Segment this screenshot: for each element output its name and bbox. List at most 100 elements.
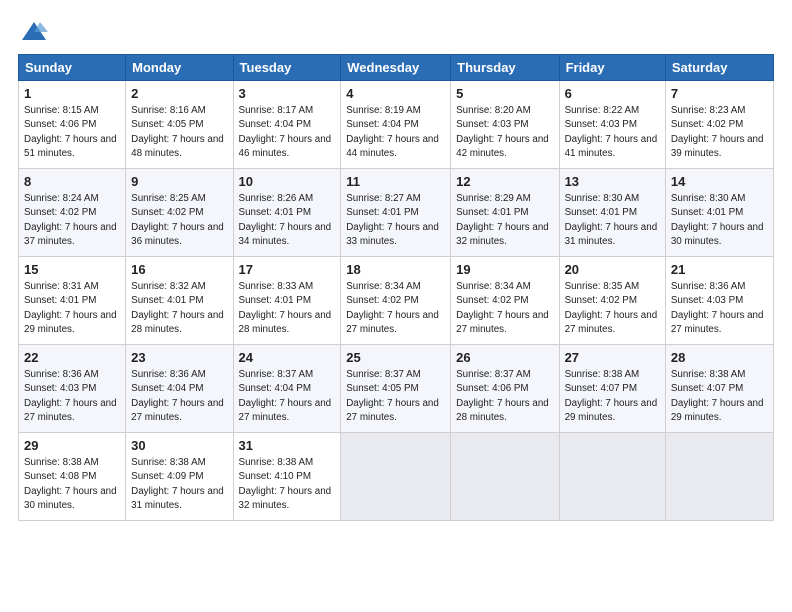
page: SundayMondayTuesdayWednesdayThursdayFrid… [0, 0, 792, 531]
day-info: Sunrise: 8:37 AMSunset: 4:06 PMDaylight:… [456, 368, 553, 425]
weekday-header: Tuesday [233, 55, 341, 81]
calendar-header-row: SundayMondayTuesdayWednesdayThursdayFrid… [19, 55, 774, 81]
day-info: Sunrise: 8:34 AMSunset: 4:02 PMDaylight:… [456, 280, 553, 337]
calendar-cell: 31Sunrise: 8:38 AMSunset: 4:10 PMDayligh… [233, 433, 341, 521]
day-info: Sunrise: 8:36 AMSunset: 4:03 PMDaylight:… [24, 368, 120, 425]
calendar-cell [665, 433, 773, 521]
day-info: Sunrise: 8:16 AMSunset: 4:05 PMDaylight:… [131, 104, 227, 161]
weekday-header: Sunday [19, 55, 126, 81]
day-number: 22 [24, 349, 120, 367]
day-number: 19 [456, 261, 553, 279]
calendar-cell: 15Sunrise: 8:31 AMSunset: 4:01 PMDayligh… [19, 257, 126, 345]
calendar-cell: 5Sunrise: 8:20 AMSunset: 4:03 PMDaylight… [451, 81, 559, 169]
day-info: Sunrise: 8:20 AMSunset: 4:03 PMDaylight:… [456, 104, 553, 161]
calendar-week-row: 8Sunrise: 8:24 AMSunset: 4:02 PMDaylight… [19, 169, 774, 257]
day-number: 3 [239, 85, 336, 103]
calendar-cell: 23Sunrise: 8:36 AMSunset: 4:04 PMDayligh… [126, 345, 233, 433]
calendar-cell: 12Sunrise: 8:29 AMSunset: 4:01 PMDayligh… [451, 169, 559, 257]
calendar-cell: 11Sunrise: 8:27 AMSunset: 4:01 PMDayligh… [341, 169, 451, 257]
calendar-cell: 6Sunrise: 8:22 AMSunset: 4:03 PMDaylight… [559, 81, 665, 169]
day-number: 30 [131, 437, 227, 455]
day-number: 24 [239, 349, 336, 367]
day-info: Sunrise: 8:37 AMSunset: 4:04 PMDaylight:… [239, 368, 336, 425]
header [18, 18, 774, 42]
calendar-cell: 9Sunrise: 8:25 AMSunset: 4:02 PMDaylight… [126, 169, 233, 257]
weekday-header: Saturday [665, 55, 773, 81]
day-info: Sunrise: 8:38 AMSunset: 4:10 PMDaylight:… [239, 456, 336, 513]
calendar-cell: 1Sunrise: 8:15 AMSunset: 4:06 PMDaylight… [19, 81, 126, 169]
day-number: 15 [24, 261, 120, 279]
day-info: Sunrise: 8:36 AMSunset: 4:04 PMDaylight:… [131, 368, 227, 425]
calendar-cell: 13Sunrise: 8:30 AMSunset: 4:01 PMDayligh… [559, 169, 665, 257]
calendar-cell: 30Sunrise: 8:38 AMSunset: 4:09 PMDayligh… [126, 433, 233, 521]
day-info: Sunrise: 8:26 AMSunset: 4:01 PMDaylight:… [239, 192, 336, 249]
day-number: 11 [346, 173, 445, 191]
day-number: 6 [565, 85, 660, 103]
day-number: 20 [565, 261, 660, 279]
day-info: Sunrise: 8:22 AMSunset: 4:03 PMDaylight:… [565, 104, 660, 161]
weekday-header: Monday [126, 55, 233, 81]
day-number: 18 [346, 261, 445, 279]
calendar-cell: 16Sunrise: 8:32 AMSunset: 4:01 PMDayligh… [126, 257, 233, 345]
calendar-cell: 18Sunrise: 8:34 AMSunset: 4:02 PMDayligh… [341, 257, 451, 345]
weekday-header: Thursday [451, 55, 559, 81]
day-info: Sunrise: 8:38 AMSunset: 4:08 PMDaylight:… [24, 456, 120, 513]
calendar-cell: 22Sunrise: 8:36 AMSunset: 4:03 PMDayligh… [19, 345, 126, 433]
day-number: 2 [131, 85, 227, 103]
day-info: Sunrise: 8:29 AMSunset: 4:01 PMDaylight:… [456, 192, 553, 249]
day-number: 14 [671, 173, 768, 191]
calendar-week-row: 29Sunrise: 8:38 AMSunset: 4:08 PMDayligh… [19, 433, 774, 521]
calendar-cell: 7Sunrise: 8:23 AMSunset: 4:02 PMDaylight… [665, 81, 773, 169]
day-info: Sunrise: 8:23 AMSunset: 4:02 PMDaylight:… [671, 104, 768, 161]
calendar-cell [559, 433, 665, 521]
calendar-table: SundayMondayTuesdayWednesdayThursdayFrid… [18, 54, 774, 521]
day-number: 21 [671, 261, 768, 279]
calendar-cell: 21Sunrise: 8:36 AMSunset: 4:03 PMDayligh… [665, 257, 773, 345]
day-number: 26 [456, 349, 553, 367]
calendar-cell: 8Sunrise: 8:24 AMSunset: 4:02 PMDaylight… [19, 169, 126, 257]
day-number: 13 [565, 173, 660, 191]
day-info: Sunrise: 8:38 AMSunset: 4:09 PMDaylight:… [131, 456, 227, 513]
day-info: Sunrise: 8:37 AMSunset: 4:05 PMDaylight:… [346, 368, 445, 425]
calendar-week-row: 22Sunrise: 8:36 AMSunset: 4:03 PMDayligh… [19, 345, 774, 433]
calendar-cell [451, 433, 559, 521]
calendar-cell: 29Sunrise: 8:38 AMSunset: 4:08 PMDayligh… [19, 433, 126, 521]
day-number: 8 [24, 173, 120, 191]
calendar-cell: 24Sunrise: 8:37 AMSunset: 4:04 PMDayligh… [233, 345, 341, 433]
weekday-header: Wednesday [341, 55, 451, 81]
calendar-cell [341, 433, 451, 521]
logo-icon [20, 18, 48, 46]
day-number: 28 [671, 349, 768, 367]
day-number: 10 [239, 173, 336, 191]
day-number: 1 [24, 85, 120, 103]
day-number: 25 [346, 349, 445, 367]
calendar-cell: 19Sunrise: 8:34 AMSunset: 4:02 PMDayligh… [451, 257, 559, 345]
day-number: 29 [24, 437, 120, 455]
weekday-header: Friday [559, 55, 665, 81]
day-number: 31 [239, 437, 336, 455]
calendar-cell: 17Sunrise: 8:33 AMSunset: 4:01 PMDayligh… [233, 257, 341, 345]
day-info: Sunrise: 8:34 AMSunset: 4:02 PMDaylight:… [346, 280, 445, 337]
day-info: Sunrise: 8:30 AMSunset: 4:01 PMDaylight:… [565, 192, 660, 249]
day-number: 12 [456, 173, 553, 191]
day-info: Sunrise: 8:25 AMSunset: 4:02 PMDaylight:… [131, 192, 227, 249]
day-number: 16 [131, 261, 227, 279]
day-info: Sunrise: 8:19 AMSunset: 4:04 PMDaylight:… [346, 104, 445, 161]
day-info: Sunrise: 8:35 AMSunset: 4:02 PMDaylight:… [565, 280, 660, 337]
day-info: Sunrise: 8:27 AMSunset: 4:01 PMDaylight:… [346, 192, 445, 249]
day-info: Sunrise: 8:30 AMSunset: 4:01 PMDaylight:… [671, 192, 768, 249]
day-number: 5 [456, 85, 553, 103]
day-info: Sunrise: 8:24 AMSunset: 4:02 PMDaylight:… [24, 192, 120, 249]
calendar-cell: 28Sunrise: 8:38 AMSunset: 4:07 PMDayligh… [665, 345, 773, 433]
day-number: 9 [131, 173, 227, 191]
day-number: 27 [565, 349, 660, 367]
day-info: Sunrise: 8:15 AMSunset: 4:06 PMDaylight:… [24, 104, 120, 161]
calendar-cell: 3Sunrise: 8:17 AMSunset: 4:04 PMDaylight… [233, 81, 341, 169]
calendar-cell: 2Sunrise: 8:16 AMSunset: 4:05 PMDaylight… [126, 81, 233, 169]
logo [18, 18, 48, 42]
calendar-cell: 26Sunrise: 8:37 AMSunset: 4:06 PMDayligh… [451, 345, 559, 433]
calendar-cell: 20Sunrise: 8:35 AMSunset: 4:02 PMDayligh… [559, 257, 665, 345]
day-info: Sunrise: 8:31 AMSunset: 4:01 PMDaylight:… [24, 280, 120, 337]
calendar-week-row: 1Sunrise: 8:15 AMSunset: 4:06 PMDaylight… [19, 81, 774, 169]
calendar-cell: 10Sunrise: 8:26 AMSunset: 4:01 PMDayligh… [233, 169, 341, 257]
